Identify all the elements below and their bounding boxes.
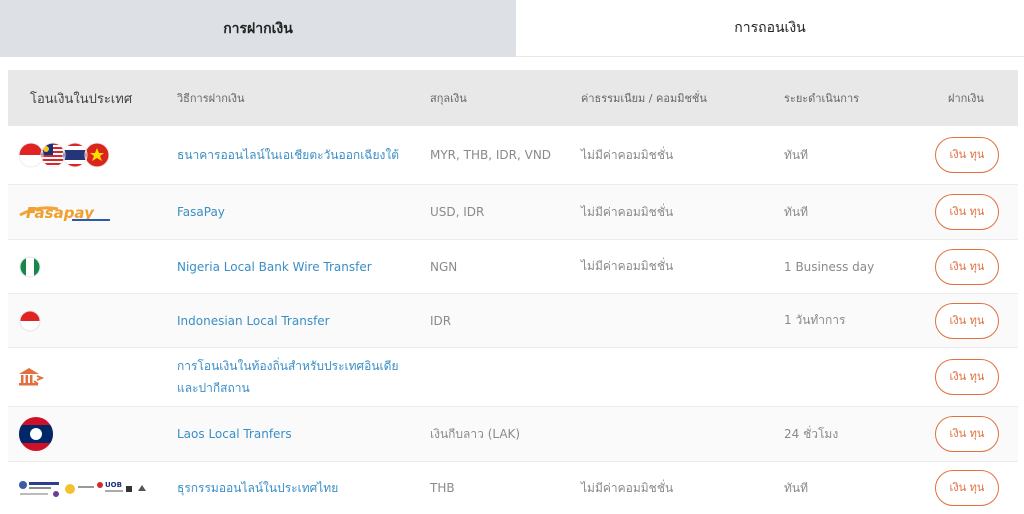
flags-icon [18, 142, 110, 168]
fasapay-logo-icon: Fasapay [19, 204, 110, 222]
fund-button[interactable]: เงิน ทุน [935, 194, 999, 230]
table-row: Fasapay FasaPay USD, IDR ไม่มีค่าคอมมิชช… [8, 185, 1018, 240]
tab-withdraw[interactable]: การถอนเงิน [516, 0, 1024, 57]
processing-value: ทันที [784, 147, 809, 162]
method-link[interactable]: Nigeria Local Bank Wire Transfer [177, 240, 372, 293]
method-link[interactable]: ธุรกรรมออนไลน์ในประเทศไทย [177, 462, 338, 514]
header-transfer-type: โอนเงินในประเทศ [30, 91, 133, 107]
uob-wordmark: UOB [105, 481, 122, 489]
fund-button[interactable]: เงิน ทุน [935, 470, 999, 506]
tab-deposit[interactable]: การฝากเงิน [0, 0, 516, 57]
deposit-methods-table: โอนเงินในประเทศ วิธีการฝากเงิน สกุลเงิน … [8, 70, 1018, 514]
header-deposit: ฝากเงิน [948, 92, 984, 105]
currency-value: USD, IDR [430, 205, 485, 219]
fees-value: ไม่มีค่าคอมมิชชั่น [581, 259, 674, 273]
fund-button[interactable]: เงิน ทุน [935, 302, 999, 339]
nigeria-flag [18, 255, 42, 279]
table-row: UOB ธุรกรรมออนไลน์ในประเทศไทย THB ไม่มีค… [8, 462, 1018, 514]
processing-value: 1 วันทำการ [784, 313, 846, 327]
bank-icon [19, 368, 44, 386]
header-processing: ระยะดำเนินการ [784, 92, 860, 105]
table-header: โอนเงินในประเทศ วิธีการฝากเงิน สกุลเงิน … [8, 70, 1018, 126]
currency-value: NGN [430, 259, 458, 274]
method-link[interactable]: การโอนเงินในท้องถิ่นสำหรับประเทศอินเดียแ… [177, 348, 402, 406]
fees-value: ไม่มีค่าคอมมิชชั่น [581, 480, 674, 495]
thai-banks-logos-icon: UOB [19, 481, 146, 497]
currency-value: IDR [430, 313, 452, 328]
table-row: ธนาคารออนไลน์ในเอเชียตะวันออกเฉียงใต้ MY… [8, 126, 1018, 185]
currency-value: เงินกีบลาว (LAK) [430, 426, 521, 441]
table-row: Nigeria Local Bank Wire Transfer NGN ไม่… [8, 240, 1018, 294]
fasapay-logo: Fasapay [18, 201, 113, 223]
indonesia-flag [18, 309, 42, 333]
laos-flag [18, 416, 54, 452]
method-link[interactable]: Laos Local Tranfers [177, 407, 292, 461]
sea-flags-logo [18, 142, 110, 168]
laos-flag-icon [19, 417, 53, 451]
header-method: วิธีการฝากเงิน [177, 92, 245, 105]
thai-banks-logo: UOB [18, 477, 150, 499]
processing-value: 24 ชั่วโมง [784, 426, 839, 441]
method-link[interactable]: FasaPay [177, 185, 225, 239]
header-fees: ค่าธรรมเนียม / คอมมิชชั่น [581, 92, 707, 105]
processing-value: ทันที [784, 480, 809, 495]
processing-value: ทันที [784, 204, 809, 219]
processing-value: 1 Business day [784, 259, 875, 274]
table-row: การโอนเงินในท้องถิ่นสำหรับประเทศอินเดียแ… [8, 348, 1018, 407]
nigeria-flag-icon [19, 256, 41, 277]
method-link[interactable]: ธนาคารออนไลน์ในเอเชียตะวันออกเฉียงใต้ [177, 126, 402, 184]
method-link[interactable]: Indonesian Local Transfer [177, 294, 330, 347]
fund-button[interactable]: เงิน ทุน [935, 416, 999, 452]
fees-value: ไม่มีค่าคอมมิชชั่น [581, 204, 674, 219]
currency-value: MYR, THB, IDR, VND [430, 148, 552, 162]
fund-button[interactable]: เงิน ทุน [935, 359, 999, 395]
fees-value: ไม่มีค่าคอมมิชชั่น [581, 147, 674, 162]
fund-button[interactable]: เงิน ทุน [935, 248, 999, 285]
bank-transfer-logo [18, 366, 44, 388]
table-row: Indonesian Local Transfer IDR 1 วันทำการ… [8, 294, 1018, 348]
currency-value: THB [430, 481, 455, 495]
table-row: Laos Local Tranfers เงินกีบลาว (LAK) 24 … [8, 407, 1018, 462]
header-currency: สกุลเงิน [430, 92, 467, 105]
indonesia-flag-icon [19, 310, 41, 331]
deposit-withdraw-tabs: การฝากเงิน การถอนเงิน [0, 0, 1024, 57]
fund-button[interactable]: เงิน ทุน [935, 137, 999, 173]
